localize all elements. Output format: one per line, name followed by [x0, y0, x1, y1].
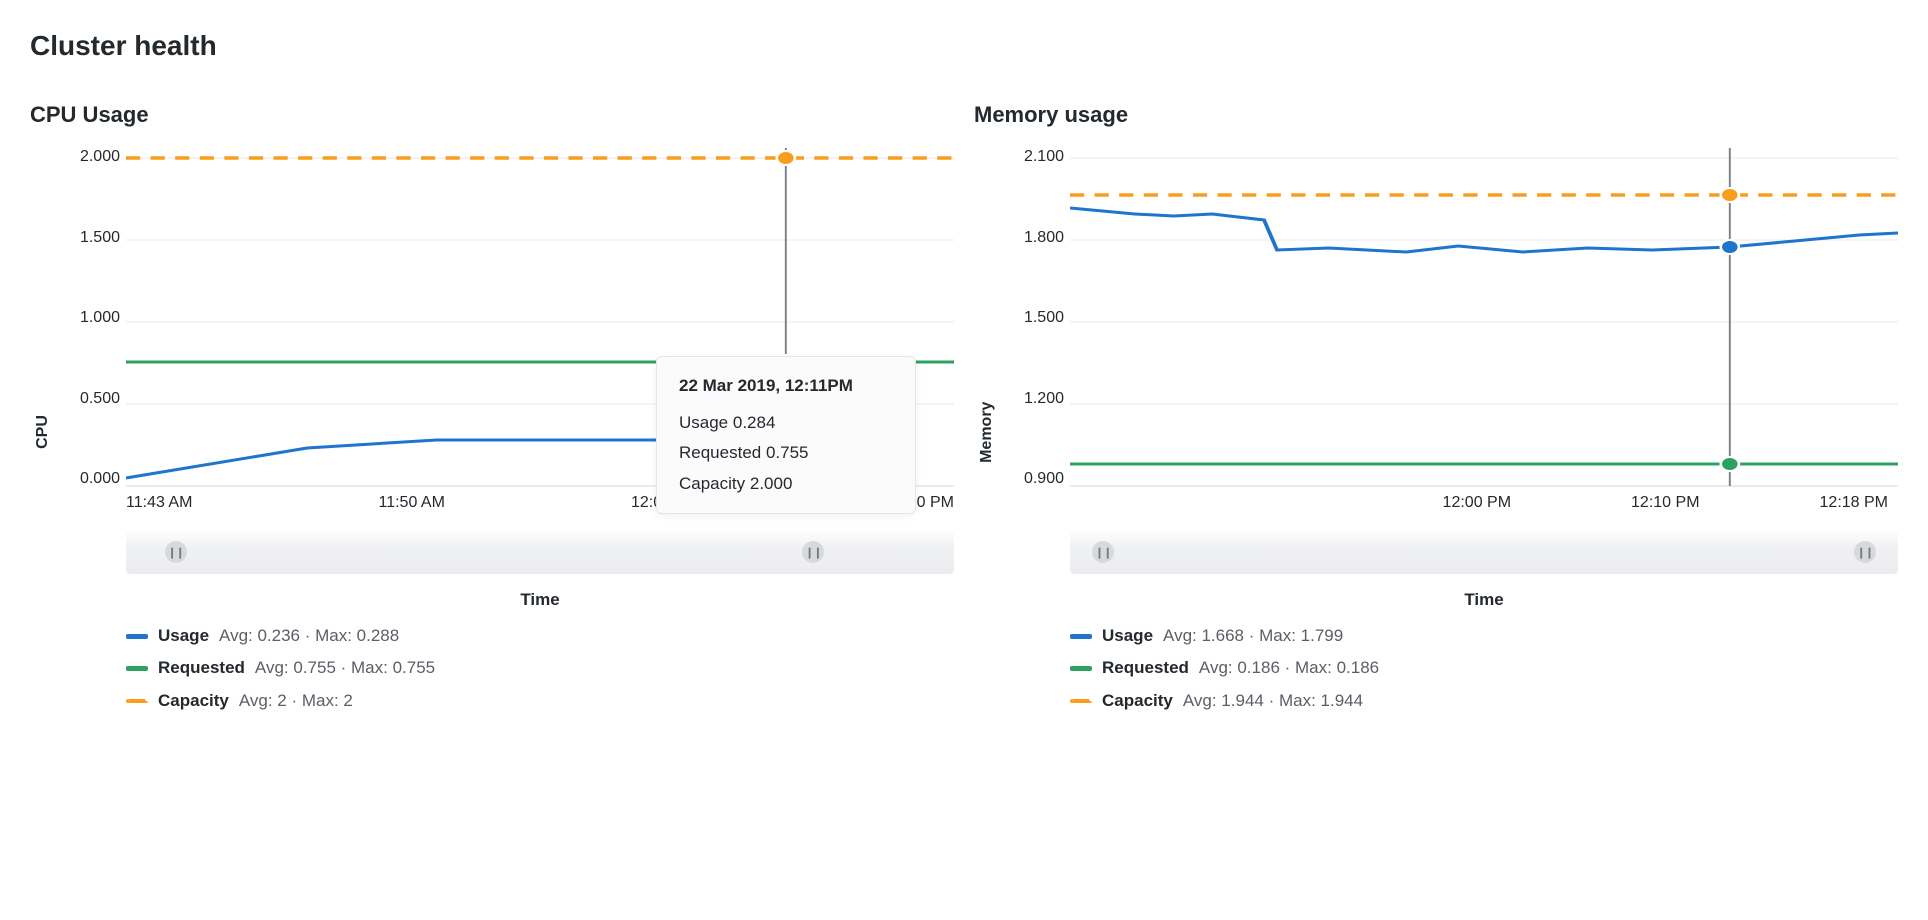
- legend-stats: Avg: 0.236 · Max: 0.288: [219, 620, 399, 652]
- y-tick: 1.800: [1004, 229, 1064, 247]
- y-tick: 0.000: [60, 470, 120, 488]
- legend-label: Requested: [1102, 652, 1189, 684]
- swatch-capacity-icon: [1070, 699, 1092, 703]
- legend-label: Capacity: [1102, 685, 1173, 717]
- y-tick: 1.000: [60, 309, 120, 327]
- swatch-capacity-icon: [126, 699, 148, 703]
- memory-x-axis-label: Time: [1070, 590, 1898, 610]
- legend-stats: Avg: 1.668 · Max: 1.799: [1163, 620, 1343, 652]
- cpu-chart-title: CPU Usage: [30, 102, 954, 128]
- x-tick: 12:10 PM: [1631, 494, 1699, 512]
- swatch-usage-icon: [1070, 634, 1092, 639]
- tooltip-title: 22 Mar 2019, 12:11PM: [679, 371, 893, 402]
- y-tick: 2.100: [1004, 148, 1064, 166]
- legend-stats: Avg: 1.944 · Max: 1.944: [1183, 685, 1363, 717]
- y-tick: 0.500: [60, 390, 120, 408]
- legend-stats: Avg: 0.186 · Max: 0.186: [1199, 652, 1379, 684]
- y-tick: 0.900: [1004, 470, 1064, 488]
- legend-label: Capacity: [158, 685, 229, 717]
- y-tick: 1.500: [1004, 309, 1064, 327]
- legend-item-capacity[interactable]: Capacity Avg: 2 · Max: 2: [126, 685, 954, 717]
- cpu-x-axis-label: Time: [126, 590, 954, 610]
- swatch-requested-icon: [126, 666, 148, 671]
- swatch-usage-icon: [126, 634, 148, 639]
- y-tick: 1.200: [1004, 390, 1064, 408]
- scrubber-handle-right[interactable]: ❙❙: [1854, 541, 1876, 563]
- tooltip-row: Usage 0.284: [679, 408, 893, 439]
- page-title: Cluster health: [30, 30, 1898, 62]
- memory-chart-plot[interactable]: [1070, 148, 1898, 488]
- time-scrubber[interactable]: ❙❙ ❙❙: [1070, 530, 1898, 574]
- memory-chart-panel: Memory usage Memory 2.100 1.800 1.500 1.…: [974, 102, 1898, 717]
- legend-label: Usage: [1102, 620, 1153, 652]
- memory-y-axis-label: Memory: [974, 148, 1000, 717]
- memory-chart-title: Memory usage: [974, 102, 1898, 128]
- cpu-chart-panel: CPU Usage CPU 2.000 1.500 1.000 0.500 0.…: [30, 102, 954, 717]
- legend-item-capacity[interactable]: Capacity Avg: 1.944 · Max: 1.944: [1070, 685, 1898, 717]
- legend-label: Usage: [158, 620, 209, 652]
- legend-stats: Avg: 0.755 · Max: 0.755: [255, 652, 435, 684]
- y-tick: 2.000: [60, 148, 120, 166]
- x-tick: 11:50 AM: [378, 494, 444, 512]
- x-tick: 11:43 AM: [126, 494, 192, 512]
- legend-item-usage[interactable]: Usage Avg: 1.668 · Max: 1.799: [1070, 620, 1898, 652]
- legend-stats: Avg: 2 · Max: 2: [239, 685, 353, 717]
- memory-legend: Usage Avg: 1.668 · Max: 1.799 Requested …: [1070, 620, 1898, 717]
- legend-item-requested[interactable]: Requested Avg: 0.186 · Max: 0.186: [1070, 652, 1898, 684]
- scrubber-handle-right[interactable]: ❙❙: [802, 541, 824, 563]
- legend-item-requested[interactable]: Requested Avg: 0.755 · Max: 0.755: [126, 652, 954, 684]
- scrubber-handle-left[interactable]: ❙❙: [1092, 541, 1114, 563]
- legend-item-usage[interactable]: Usage Avg: 0.236 · Max: 0.288: [126, 620, 954, 652]
- x-tick: 12:00 PM: [1443, 494, 1511, 512]
- scrubber-handle-left[interactable]: ❙❙: [165, 541, 187, 563]
- legend-label: Requested: [158, 652, 245, 684]
- y-tick: 1.500: [60, 229, 120, 247]
- x-tick: 12:18 PM: [1820, 494, 1888, 512]
- cpu-legend: Usage Avg: 0.236 · Max: 0.288 Requested …: [126, 620, 954, 717]
- tooltip-row: Capacity 2.000: [679, 469, 893, 500]
- tooltip-row: Requested 0.755: [679, 438, 893, 469]
- cpu-y-axis-label: CPU: [30, 148, 56, 717]
- time-scrubber[interactable]: ❙❙ ❙❙: [126, 530, 954, 574]
- chart-tooltip: 22 Mar 2019, 12:11PM Usage 0.284 Request…: [656, 356, 916, 514]
- swatch-requested-icon: [1070, 666, 1092, 671]
